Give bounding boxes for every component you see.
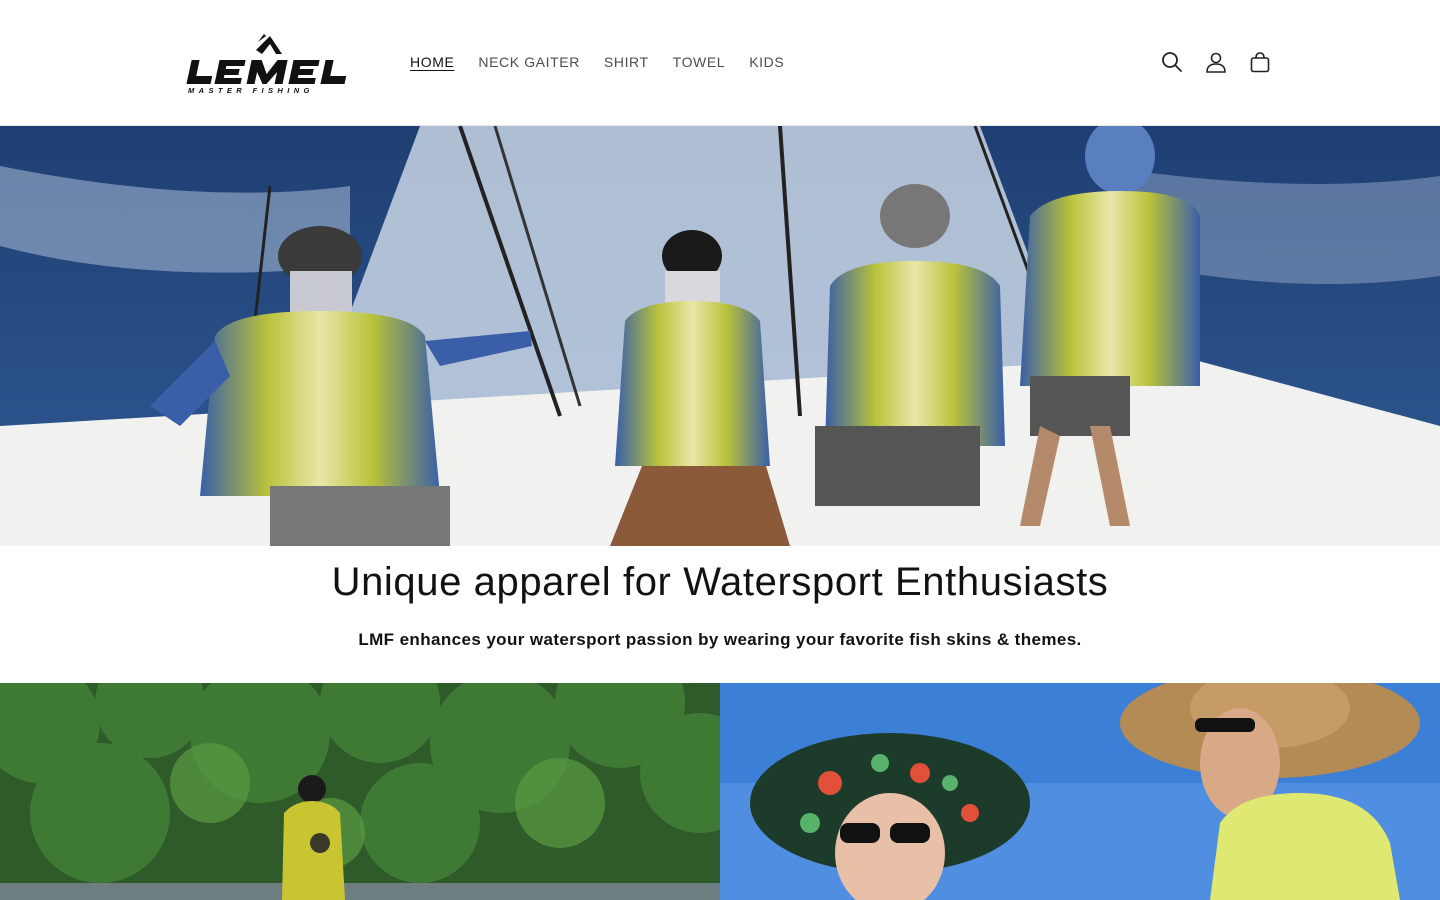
logo-mark: MASTER FISHING [186, 34, 347, 95]
cart-button[interactable] [1238, 40, 1282, 84]
collection-tile-hats[interactable] [720, 683, 1440, 900]
search-button[interactable] [1150, 40, 1194, 84]
logo-subtext: MASTER FISHING [188, 86, 314, 95]
hero-image [0, 126, 1440, 546]
cart-icon [1250, 52, 1270, 73]
brand-logo[interactable]: MASTER FISHING [178, 30, 362, 96]
search-icon [1162, 52, 1182, 72]
header-icons [1150, 40, 1282, 84]
straw-hats-image [720, 683, 1440, 900]
nav-neck-gaiter[interactable]: NECK GAITER [466, 50, 592, 74]
site-header: MASTER FISHING HOME NECK GAITER SHIRT TO… [0, 0, 1440, 126]
nav-shirt[interactable]: SHIRT [592, 50, 661, 74]
account-button[interactable] [1194, 40, 1238, 84]
account-icon [1206, 52, 1226, 73]
page-subheadline: LMF enhances your watersport passion by … [358, 630, 1082, 649]
main-nav: HOME NECK GAITER SHIRT TOWEL KIDS [398, 50, 796, 74]
nav-kids[interactable]: KIDS [737, 50, 796, 74]
page-headline: Unique apparel for Watersport Enthusiast… [331, 560, 1109, 604]
lake-angler-image [0, 683, 720, 900]
nav-towel[interactable]: TOWEL [661, 50, 738, 74]
nav-home[interactable]: HOME [398, 50, 466, 74]
hero-banner [0, 126, 1440, 546]
collection-tile-lake[interactable] [0, 683, 720, 900]
